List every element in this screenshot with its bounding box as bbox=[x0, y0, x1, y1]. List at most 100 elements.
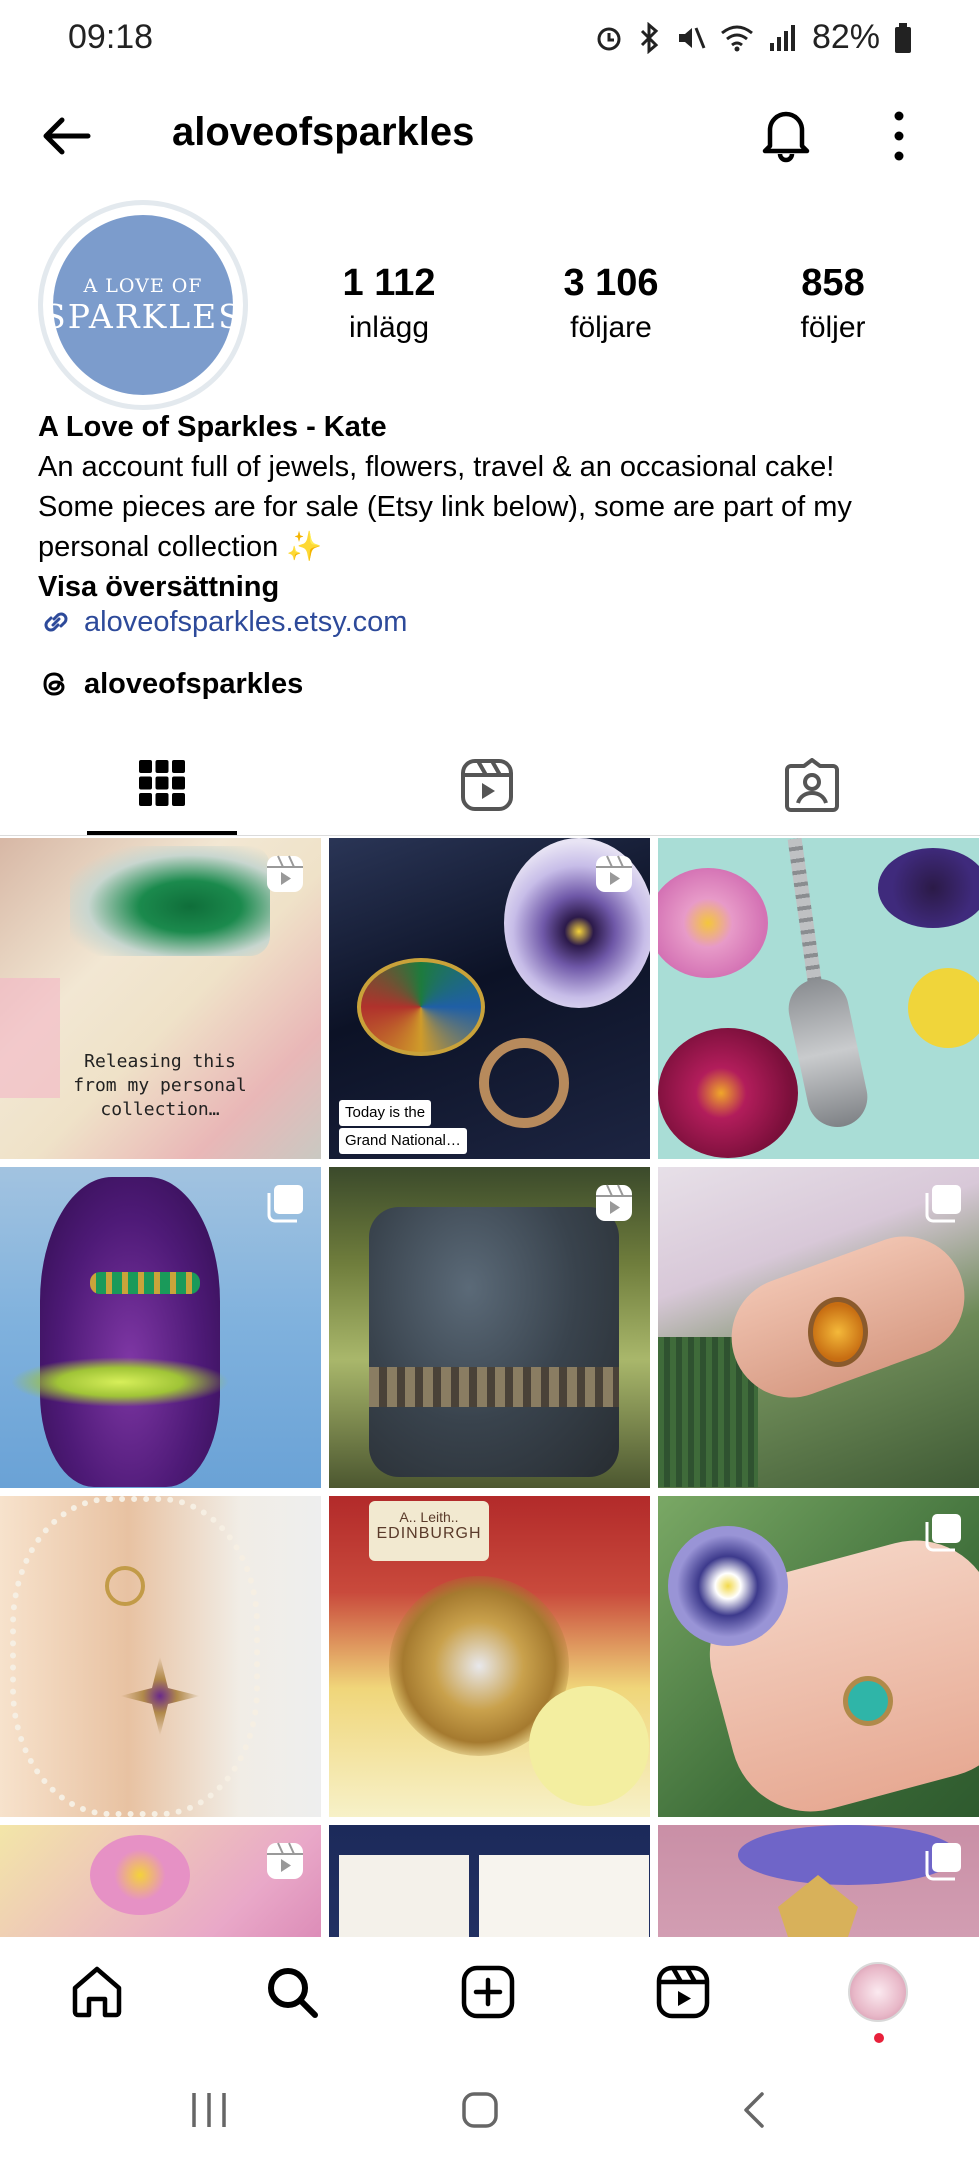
citrine-ring bbox=[808, 1297, 868, 1367]
box-trim bbox=[369, 1367, 619, 1407]
see-translation-link[interactable]: Visa översättning bbox=[38, 567, 938, 607]
post-caption-line: collection… bbox=[100, 1099, 220, 1120]
profile-tabs bbox=[0, 735, 980, 836]
battery-percentage: 82% bbox=[811, 18, 880, 56]
search-icon bbox=[268, 1968, 318, 2018]
website-link[interactable]: aloveofsparkles.etsy.com bbox=[38, 604, 407, 640]
post-thumbnail[interactable] bbox=[0, 1825, 321, 1938]
wifi-icon bbox=[721, 25, 753, 51]
status-time: 09:18 bbox=[68, 18, 154, 56]
stat-followers[interactable]: 3 106 följare bbox=[500, 262, 722, 345]
bio-line: An account full of jewels, flowers, trav… bbox=[38, 451, 835, 483]
profile-avatar[interactable]: A LOVE OF SPARKLES bbox=[38, 200, 248, 410]
pearl-necklace bbox=[10, 1496, 260, 1817]
yellow-flower bbox=[908, 968, 979, 1048]
post-caption-line: from my personal bbox=[73, 1075, 247, 1096]
post-caption-line: Releasing this bbox=[84, 1051, 236, 1072]
stat-label: följare bbox=[570, 311, 652, 344]
reels-icon bbox=[461, 759, 513, 811]
carousel-badge-icon bbox=[925, 1185, 961, 1223]
post-thumbnail[interactable] bbox=[658, 1167, 979, 1488]
stat-posts[interactable]: 1 112 inlägg bbox=[278, 262, 500, 345]
back-button-icon[interactable] bbox=[738, 2090, 768, 2130]
notification-dot bbox=[874, 2033, 884, 2043]
nav-profile[interactable] bbox=[838, 1957, 918, 2043]
bell-icon[interactable] bbox=[760, 104, 812, 164]
posts-grid: Releasing this from my personal collecti… bbox=[0, 838, 980, 1938]
mute-icon bbox=[678, 26, 706, 49]
bio-line: Some pieces are for sale (Etsy link belo… bbox=[38, 491, 852, 523]
post-thumbnail[interactable]: A.. Leith.. EDINBURGH bbox=[329, 1496, 650, 1817]
nav-home[interactable] bbox=[57, 1957, 137, 2027]
post-caption-line: Grand National… bbox=[345, 1132, 461, 1149]
primrose-flower bbox=[658, 868, 768, 978]
flower-petals bbox=[10, 1357, 230, 1407]
system-navigation bbox=[0, 2050, 980, 2177]
home-icon bbox=[72, 1966, 122, 2018]
stat-value: 1 112 bbox=[342, 262, 436, 304]
battery-icon bbox=[895, 22, 911, 53]
primrose-flower bbox=[90, 1835, 190, 1915]
back-arrow-icon[interactable] bbox=[38, 108, 94, 164]
nav-create[interactable] bbox=[448, 1957, 528, 2027]
reel-badge-icon bbox=[267, 855, 303, 892]
turquoise-ring bbox=[843, 1676, 893, 1726]
post-caption-sticker: Grand National… bbox=[339, 1128, 467, 1154]
nav-search[interactable] bbox=[252, 1957, 332, 2027]
avatar-logo: A LOVE OF SPARKLES bbox=[43, 215, 241, 395]
link-icon bbox=[44, 612, 68, 632]
carousel-badge-icon bbox=[267, 1185, 303, 1223]
enamel-pin bbox=[357, 958, 485, 1056]
profile-username: aloveofsparkles bbox=[172, 110, 475, 154]
post-thumbnail[interactable] bbox=[658, 1496, 979, 1817]
threads-icon bbox=[43, 672, 65, 696]
box-lid-label-text: A.. Leith.. bbox=[399, 1509, 459, 1525]
horseshoe-brooch bbox=[479, 1038, 569, 1128]
tab-tagged[interactable] bbox=[737, 735, 887, 835]
pansy-flower bbox=[668, 1526, 788, 1646]
create-icon bbox=[461, 1965, 515, 2019]
carousel-badge-icon bbox=[925, 1843, 961, 1881]
threads-username: aloveofsparkles bbox=[84, 667, 304, 700]
reels-icon bbox=[656, 1965, 710, 2019]
post-caption-sticker: Today is the bbox=[339, 1100, 432, 1126]
profile-header: aloveofsparkles bbox=[0, 90, 980, 180]
signal-icon bbox=[769, 24, 795, 51]
tab-posts-grid[interactable] bbox=[87, 735, 237, 835]
nav-reels[interactable] bbox=[643, 1957, 723, 2027]
emerald-band-ring bbox=[90, 1272, 200, 1294]
box-lid-label: A.. Leith.. EDINBURGH bbox=[369, 1501, 489, 1561]
bio-line: personal collection ✨ bbox=[38, 531, 323, 563]
post-thumbnail[interactable] bbox=[658, 838, 979, 1159]
carousel-badge-icon bbox=[925, 1514, 961, 1552]
stat-label: inlägg bbox=[348, 311, 430, 344]
recent-apps-icon[interactable] bbox=[188, 2090, 230, 2130]
emerald-ring-image bbox=[70, 846, 270, 956]
post-thumbnail[interactable] bbox=[0, 1167, 321, 1488]
box-lid-label-text: EDINBURGH bbox=[376, 1525, 482, 1542]
stat-label: följer bbox=[800, 311, 866, 344]
post-thumbnail[interactable] bbox=[329, 1825, 650, 1938]
stat-following[interactable]: 858 följer bbox=[722, 262, 944, 345]
embroidered-card bbox=[479, 1855, 649, 1938]
profile-bio: A Love of Sparkles - Kate An account ful… bbox=[38, 407, 938, 607]
post-thumbnail[interactable] bbox=[329, 1167, 650, 1488]
chain bbox=[787, 838, 823, 989]
profile-stats: 1 112 inlägg 3 106 följare 858 följer bbox=[278, 262, 944, 345]
bluetooth-icon bbox=[640, 21, 659, 54]
threads-link[interactable]: aloveofsparkles bbox=[38, 667, 303, 701]
velvet-ring-box bbox=[40, 1177, 220, 1487]
post-thumbnail[interactable] bbox=[0, 1496, 321, 1817]
avatar-logo-line1: A LOVE OF bbox=[83, 274, 203, 297]
post-caption: Releasing this from my personal collecti… bbox=[40, 1050, 280, 1122]
profile-display-name: A Love of Sparkles - Kate bbox=[38, 411, 387, 443]
post-thumbnail[interactable]: Today is the Grand National… bbox=[329, 838, 650, 1159]
stat-value: 3 106 bbox=[563, 262, 659, 304]
post-thumbnail[interactable]: Releasing this from my personal collecti… bbox=[0, 838, 321, 1159]
home-button-icon[interactable] bbox=[460, 2090, 500, 2130]
post-thumbnail[interactable] bbox=[658, 1825, 979, 1938]
tagged-user-icon bbox=[785, 758, 839, 812]
more-options-icon[interactable] bbox=[884, 106, 914, 166]
primula-flower bbox=[658, 1028, 798, 1158]
tab-reels[interactable] bbox=[412, 735, 562, 835]
